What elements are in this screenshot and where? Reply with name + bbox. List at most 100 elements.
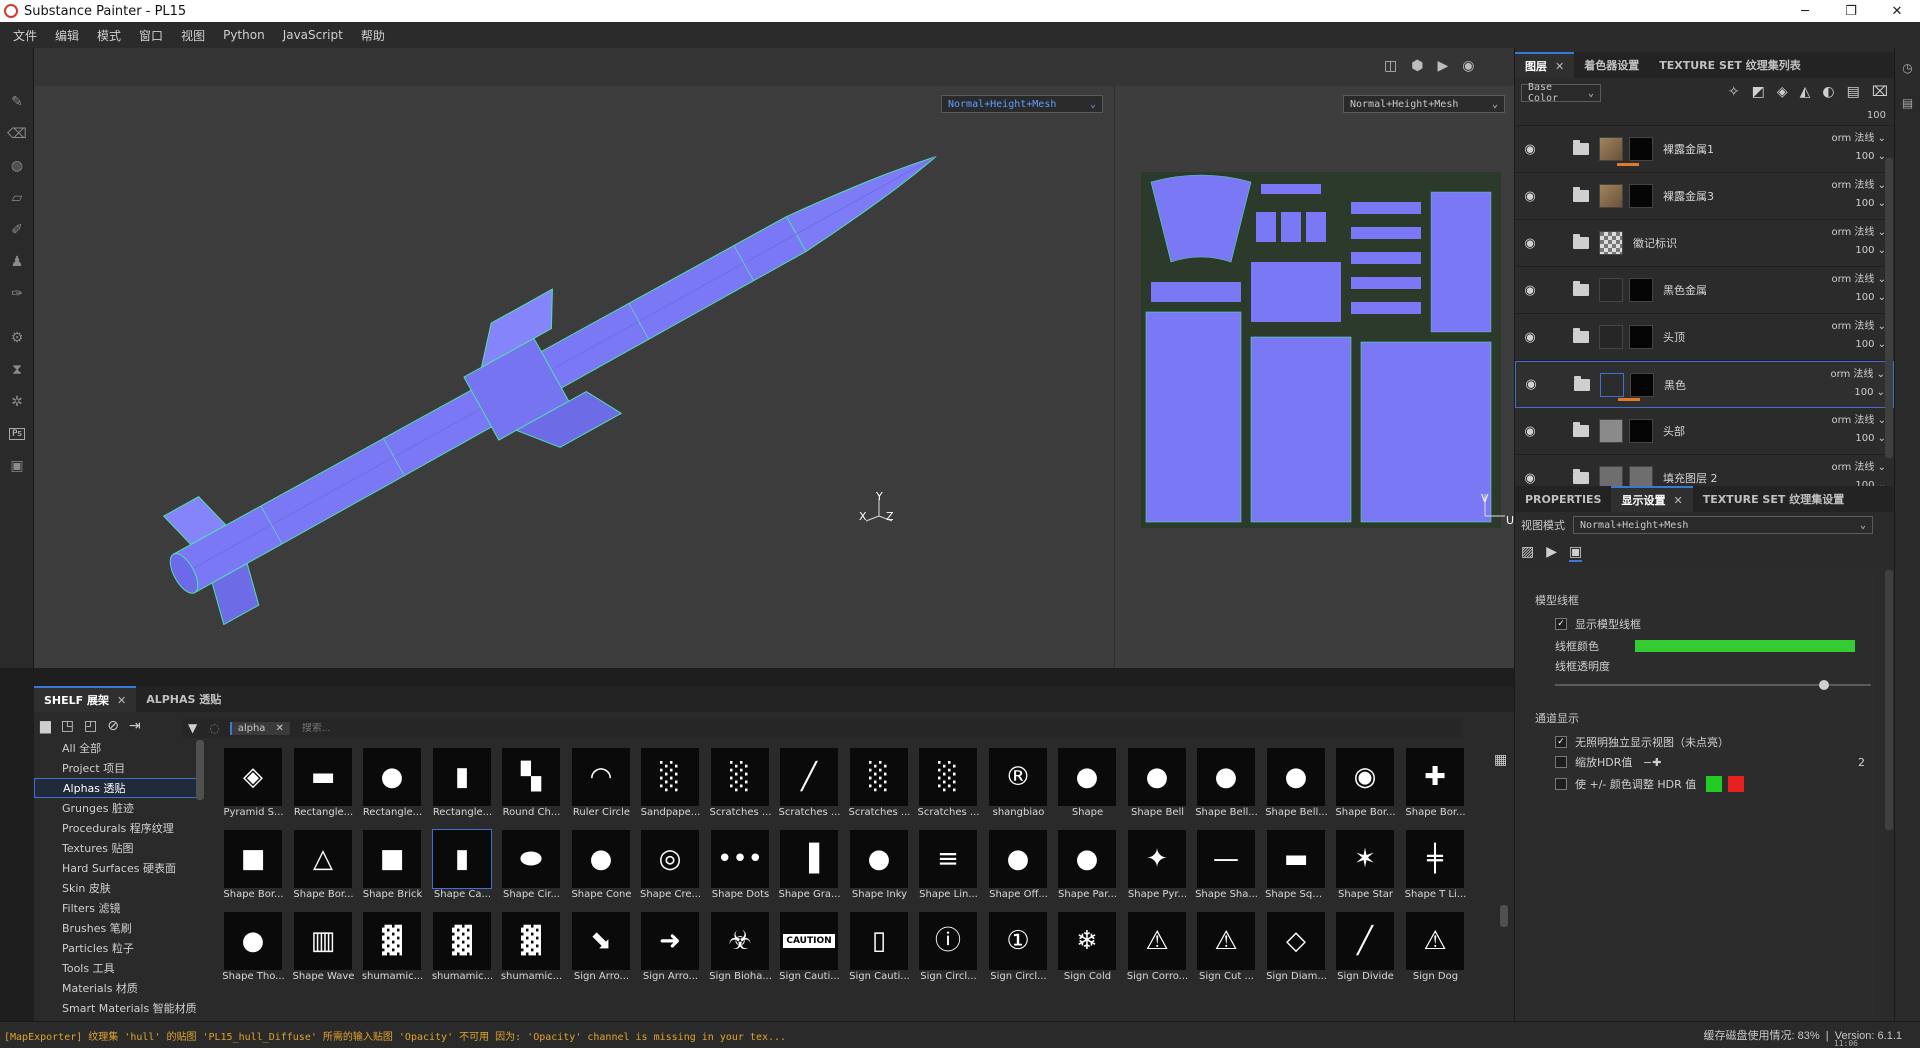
view-mode-select[interactable]: Normal+Height+Mesh ⌄ [1573,516,1873,534]
export-shelf-icon[interactable]: ⇥ [129,718,141,734]
viewport-3d[interactable]: Normal+Height+Mesh ⌄ Y X Z [34,86,1114,668]
layer-blend-mode[interactable]: orm 法线 [1831,462,1874,473]
alpha-tile[interactable]: ● Shape Inky [848,830,911,904]
close-icon[interactable]: ✕ [1555,60,1564,73]
color-adjust-checkbox[interactable] [1555,778,1567,790]
layer-row[interactable]: ◉ 填充图层 2 orm 法线 ⌄ 100 ⌄ [1515,455,1894,488]
layer-thumbnail[interactable] [1599,419,1623,443]
alpha-tile[interactable]: ▮ Shape Ca... [431,829,494,904]
layer-name[interactable]: 头部 [1663,423,1685,439]
tab-properties[interactable]: PROPERTIES [1515,486,1611,512]
alpha-tile[interactable]: ① Sign Circl... [987,912,1050,986]
layer-name[interactable]: 徽记标识 [1633,235,1677,251]
layer-mask-thumbnail[interactable] [1629,466,1653,488]
tab-alphas[interactable]: ALPHAS 透贴 [136,686,231,712]
show-wireframe-checkbox[interactable]: ✓ [1555,618,1567,630]
alpha-tile[interactable]: CAUTION Sign Cauti... [778,912,841,986]
shelf-category[interactable]: Alphas 透贴 [34,778,204,798]
filter-icon[interactable]: ▼ [188,721,197,735]
isolate-checkbox[interactable]: ✓ [1555,736,1567,748]
alpha-tile[interactable]: ● Shape Bell [1126,748,1189,822]
layer-name[interactable]: 黑色 [1664,377,1686,393]
add-folder-icon[interactable]: ▤ [1847,84,1860,100]
shelf-category[interactable]: Procedurals 程序纹理 [34,818,204,838]
alpha-tile[interactable]: ® shangbiao [987,748,1050,822]
layer-thumbnail[interactable] [1599,325,1623,349]
layer-name[interactable]: 裸露金属3 [1663,188,1714,204]
eye-icon[interactable]: ◉ [1515,189,1545,204]
alpha-tile[interactable]: △ Shape Bor... [292,830,355,904]
slider-handle[interactable] [1818,680,1829,690]
alpha-tile[interactable]: ● Shape Par... [1056,830,1119,904]
hide-icon[interactable]: ⊘ [107,718,119,734]
shelf-category[interactable]: Particles 粒子 [34,938,204,958]
viewport-2d[interactable]: Normal+Height+Mesh ⌄ V U [1114,86,1514,668]
shelf-category[interactable]: Textures 贴图 [34,838,204,858]
folder-icon[interactable]: ▆ [40,718,51,734]
alpha-tile[interactable]: ◇ Sign Diam... [1265,912,1328,986]
log-icon[interactable]: ▤ [1895,88,1920,118]
layer-row[interactable]: ◉ 裸露金属3 orm 法线 ⌄ 100 ⌄ [1515,173,1894,220]
alpha-tile[interactable]: ⚠ Sign Cut ... [1195,912,1258,986]
shelf-category[interactable]: Skin 皮肤 [34,878,204,898]
eye-icon[interactable]: ◉ [1515,424,1545,439]
alpha-tile[interactable]: ☣ Sign Bioha... [709,912,772,986]
alpha-tile[interactable]: ● Shape Bell... [1265,748,1328,822]
alpha-tile[interactable]: ░ Scratches ... [709,748,772,822]
menu-edit[interactable]: 编辑 [46,27,88,44]
layer-name[interactable]: 裸露金属1 [1663,141,1714,157]
layer-opacity[interactable]: 100 [1855,151,1874,162]
layer-row[interactable]: ◉ 裸露金属1 orm 法线 ⌄ 100 ⌄ [1515,126,1894,173]
alpha-tile[interactable]: ••• Shape Dots [709,830,772,904]
layer-row[interactable]: ◉ 黑色 orm 法线 ⌄ 100 ⌄ [1515,361,1894,408]
shelf-category[interactable]: Project 项目 [34,758,204,778]
shelf-category[interactable]: Grunges 脏迹 [34,798,204,818]
alpha-tile[interactable]: ❄ Sign Cold [1056,912,1119,986]
layer-opacity[interactable]: 100 [1855,198,1874,209]
tab-texture-set-list[interactable]: TEXTURE SET 纹理集列表 [1649,52,1811,78]
layer-blend-mode[interactable]: orm 法线 [1831,415,1874,426]
alpha-tile[interactable]: ▯ Sign Cauti... [848,912,911,986]
viewport-2d-mode-select[interactable]: Normal+Height+Mesh ⌄ [1343,95,1505,113]
layer-blend-mode[interactable]: orm 法线 [1831,321,1874,332]
menu-javascript[interactable]: JavaScript [274,28,352,42]
alpha-tile[interactable]: ● Shape Tho... [222,912,285,986]
grid-scrollbar[interactable] [1500,905,1508,927]
channel-select[interactable]: Base Color ⌄ [1521,82,1601,104]
layer-blend-mode[interactable]: orm 法线 [1831,133,1874,144]
alpha-tile[interactable]: ╪ Shape T Li... [1404,830,1467,904]
layer-thumbnail[interactable] [1599,466,1623,488]
frame-icon[interactable]: ▣ [1569,544,1583,562]
layer-row[interactable]: ◉ 头部 orm 法线 ⌄ 100 ⌄ [1515,408,1894,455]
alpha-tile[interactable]: ● Shape [1056,748,1119,822]
shelf-search-input[interactable] [301,722,602,734]
layer-thumbnail[interactable] [1599,137,1623,161]
close-icon[interactable]: ✕ [117,694,126,707]
alpha-tile[interactable]: ▥ Shape Wave [292,912,355,986]
polygon-fill-icon[interactable]: ▱ [0,182,34,214]
minimize-button[interactable]: ─ [1782,0,1828,22]
layer-opacity[interactable]: 100 [1855,339,1874,350]
color-picker-icon[interactable]: ✑ [0,278,34,310]
shelf-category[interactable]: Brushes 笔刷 [34,918,204,938]
shelf-category[interactable]: Tools 工具 [34,958,204,978]
smudge-icon[interactable]: ✐ [0,214,34,246]
eye-icon[interactable]: ◉ [1515,330,1545,345]
layer-mask-thumbnail[interactable] [1629,184,1653,208]
alpha-tile[interactable]: ◠ Ruler Circle [570,748,633,822]
hdr-minus-plus[interactable]: −✚ [1643,756,1661,769]
layer-name[interactable]: 头顶 [1663,329,1685,345]
layer-name[interactable]: 黑色金属 [1663,282,1707,298]
layer-thumbnail[interactable] [1599,231,1623,255]
layer-thumbnail[interactable] [1599,184,1623,208]
eye-icon[interactable]: ◉ [1515,236,1545,251]
eraser-icon[interactable]: ⌫ [0,118,34,150]
add-fill-icon[interactable]: ◈ [1777,84,1788,100]
alpha-tile[interactable]: ● Shape Off... [987,830,1050,904]
import-icon[interactable]: ◰ [84,718,97,734]
layer-mask-thumbnail[interactable] [1629,137,1653,161]
camera-icon[interactable]: ▶ [1437,58,1448,74]
layer-blend-mode[interactable]: orm 法线 [1830,369,1873,380]
hdr-plus-color-swatch[interactable] [1706,776,1723,792]
grid-view-icon[interactable]: ▦ [1494,752,1507,768]
